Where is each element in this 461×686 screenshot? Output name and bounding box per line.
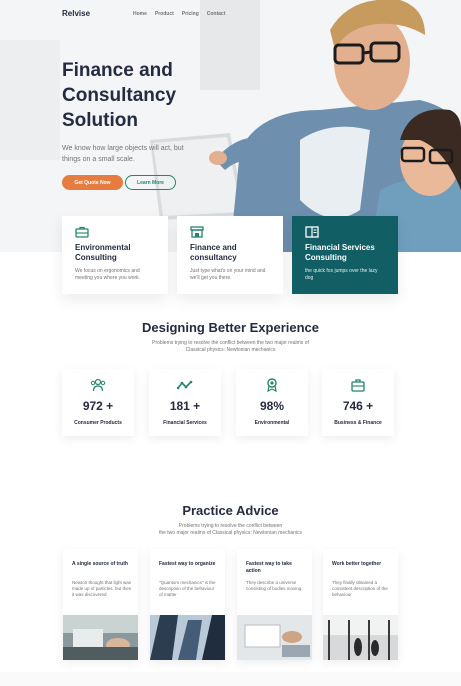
store-icon (190, 226, 204, 238)
briefcase-icon (75, 226, 89, 238)
nav-link-pricing[interactable]: Pricing (182, 11, 199, 17)
stat-value: 181 + (169, 399, 201, 413)
stat-label: Financial Services (163, 420, 207, 426)
practice-card[interactable]: A single source of truth Newton thought … (63, 549, 138, 660)
practice-subtitle-line-2: the two major realms of Classical physic… (158, 530, 303, 536)
practice-title: Practice Advice (182, 503, 279, 518)
stat-card-environmental: 98% Environmental (236, 369, 308, 436)
award-icon (267, 378, 277, 392)
practice-card-title: Fastest way to take action (246, 561, 292, 574)
practice-card-image (63, 615, 138, 660)
practice-card-title: Work better together (332, 561, 382, 567)
hero-title: Finance and Consultancy Solution (62, 60, 177, 131)
hero-section: Relvise Home Product Pricing Contact Fin… (0, 0, 461, 252)
book-icon (305, 226, 319, 238)
stat-card-consumer-products: 972 + Consumer Products (62, 369, 134, 436)
practice-subtitle-line-1: Problems trying to resolve the conflict … (178, 523, 283, 529)
brand-logo[interactable]: Relvise (62, 9, 90, 18)
hero-description: We know how large objects will act, but … (62, 145, 184, 163)
service-card-environmental[interactable]: Environmental Consulting We focus on erg… (62, 216, 168, 294)
practice-card-title: Fastest way to organize (159, 561, 216, 567)
stat-label: Consumer Products (74, 420, 122, 426)
practice-card-image (150, 615, 225, 660)
service-description: We focus on ergonomics and meeting you w… (75, 268, 141, 281)
service-title: Finance and consultancy (190, 243, 237, 262)
practice-card-image (323, 615, 398, 660)
main-nav: Home Product Pricing Contact (133, 11, 225, 17)
stat-label: Business & Finance (334, 420, 382, 426)
practice-card-image (237, 615, 312, 660)
service-description: Just type what's on your mind and we'll … (190, 268, 266, 281)
practice-card[interactable]: Fastest way to take action They describe… (237, 549, 312, 660)
service-title: Environmental Consulting (75, 243, 131, 262)
service-title: Financial Services Consulting (305, 243, 375, 262)
experience-subtitle: Problems trying to resolve the conflict … (152, 340, 309, 353)
practice-card-text: They finally obtained a consistent descr… (332, 580, 388, 597)
users-icon (90, 378, 106, 392)
trend-icon (177, 380, 193, 390)
stat-value: 746 + (342, 399, 374, 413)
practice-card-title: A single source of truth (72, 561, 128, 567)
practice-card[interactable]: Fastest way to organize "Quantum mechani… (150, 549, 225, 660)
footer-divider (0, 672, 461, 686)
experience-title: Designing Better Experience (142, 320, 319, 335)
service-description: the quick fox jumps over the lazy dog (305, 268, 378, 281)
get-quote-button[interactable]: Get Quote Now (62, 175, 123, 190)
stat-value: 98% (259, 399, 285, 413)
nav-link-home[interactable]: Home (133, 11, 147, 17)
service-card-financial-services[interactable]: Financial Services Consulting the quick … (292, 216, 398, 294)
service-card-finance[interactable]: Finance and consultancy Just type what's… (177, 216, 283, 294)
stat-value: 972 + (82, 399, 114, 413)
stat-card-business-finance: 746 + Business & Finance (322, 369, 394, 436)
practice-card-text: "Quantum mechanics" is the description o… (159, 580, 216, 597)
practice-card[interactable]: Work better together They finally obtain… (323, 549, 398, 660)
practice-card-text: Newton thought that light was made up of… (72, 580, 132, 597)
stat-label: Environmental (254, 420, 290, 426)
practice-card-text: They describe a universe consisting of b… (246, 580, 302, 591)
nav-link-contact[interactable]: Contact (207, 11, 226, 17)
learn-more-button[interactable]: Learn More (125, 175, 176, 190)
nav-link-product[interactable]: Product (155, 11, 174, 17)
stat-card-financial-services: 181 + Financial Services (149, 369, 221, 436)
briefcase-icon (351, 379, 365, 392)
